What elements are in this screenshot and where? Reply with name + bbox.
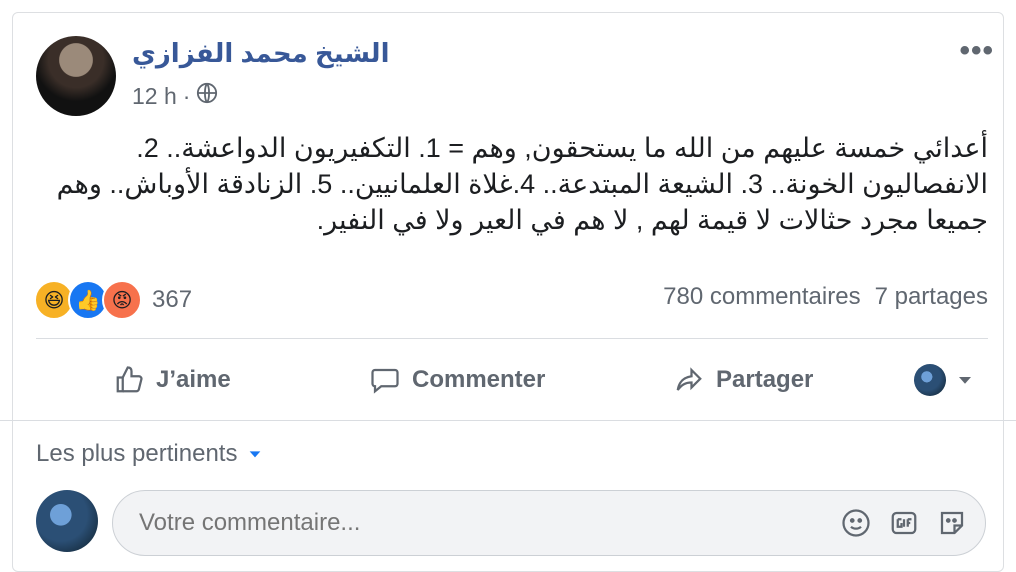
like-button[interactable]: J’aime (114, 365, 231, 395)
share-icon (676, 367, 702, 391)
chevron-down-icon (959, 377, 971, 384)
user-avatar[interactable] (36, 490, 98, 552)
globe-icon (196, 82, 218, 110)
divider (36, 338, 988, 339)
meta-separator: · (182, 82, 191, 109)
more-options-icon[interactable]: ••• (959, 34, 994, 68)
post-time[interactable]: 12 h (132, 83, 177, 110)
share-label: Partager (716, 366, 814, 393)
comment-button[interactable]: Commenter (370, 365, 545, 395)
reaction-count[interactable]: 367 (152, 286, 192, 314)
thumbs-up-icon (116, 366, 143, 393)
gif-icon[interactable] (889, 508, 919, 538)
comments-count-link[interactable]: 780 commentaires (663, 283, 860, 311)
chevron-down-icon (250, 451, 261, 458)
post-author[interactable]: الشيخ محمد الفزازي (132, 38, 390, 69)
like-label: J’aime (156, 366, 231, 393)
sort-label: Les plus pertinents (36, 440, 238, 467)
post-text: أعدائي خمسة عليهم من الله ما يستحقون, وه… (56, 133, 988, 235)
angry-icon: 😡 (102, 280, 142, 320)
comment-input-icons (841, 508, 967, 538)
post-actions: J’aime Commenter Partager (36, 350, 988, 410)
comment-input-container[interactable] (112, 490, 986, 556)
shares-count-link[interactable]: 7 partages (875, 283, 988, 311)
comment-label: Commenter (412, 366, 546, 393)
post-meta: 12 h · (132, 82, 218, 110)
comment-input[interactable] (137, 508, 841, 538)
emoji-icon[interactable] (841, 508, 871, 538)
engagement-stats: 780 commentaires 7 partages (663, 283, 988, 311)
comment-sort-dropdown[interactable]: Les plus pertinents (36, 440, 263, 468)
author-avatar[interactable] (36, 36, 116, 116)
share-button[interactable]: Partager (674, 365, 813, 395)
sticker-icon[interactable] (937, 508, 967, 538)
share-audience-picker[interactable] (914, 364, 974, 396)
audience-avatar (914, 364, 946, 396)
reactions-summary[interactable]: 😆 👍 😡 367 (34, 280, 192, 320)
divider (0, 420, 1016, 421)
comment-icon (371, 368, 399, 394)
